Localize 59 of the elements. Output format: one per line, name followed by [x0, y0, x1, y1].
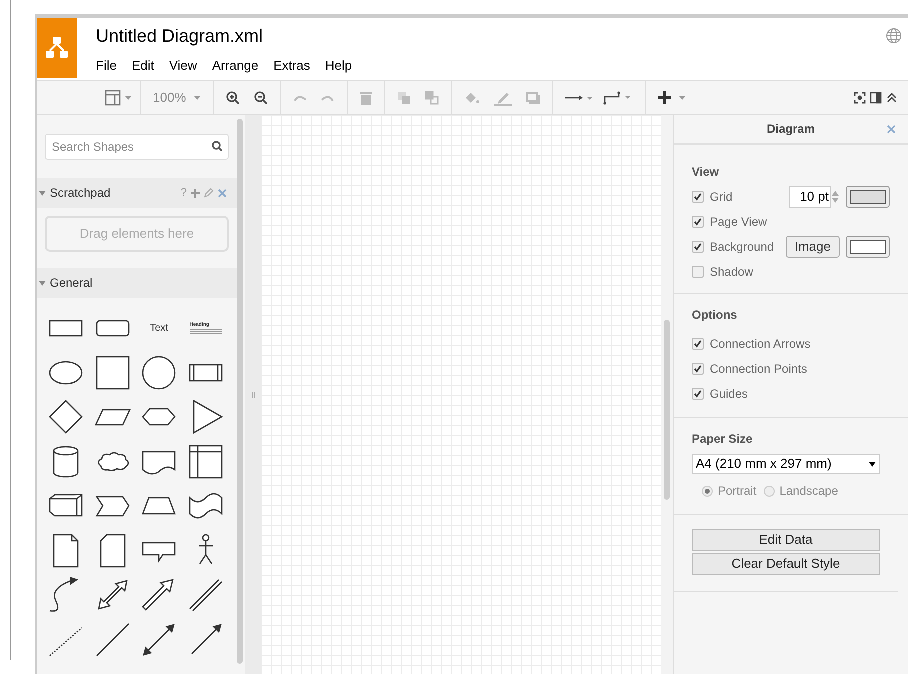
menu-item[interactable]: Edit — [132, 56, 154, 76]
expand-caret-icon[interactable] — [39, 280, 46, 286]
checkbox[interactable] — [692, 216, 704, 228]
scrollbar[interactable] — [664, 320, 670, 500]
panel-title[interactable]: Diagram — [674, 120, 908, 138]
radio-button[interactable] — [702, 486, 713, 496]
drag-handle-icon[interactable] — [252, 392, 254, 398]
section-title[interactable]: General — [50, 274, 93, 292]
checkbox[interactable] — [692, 362, 704, 374]
expand-caret-icon[interactable] — [39, 190, 46, 196]
checkbox[interactable] — [692, 240, 704, 252]
layout-icon[interactable] — [105, 90, 121, 106]
text-shape[interactable]: Text — [139, 320, 180, 336]
option-label[interactable]: Grid — [710, 188, 783, 206]
action-button[interactable]: Edit Data — [692, 529, 880, 551]
checkbox[interactable] — [692, 190, 704, 202]
caret-icon — [125, 96, 132, 100]
caret-icon — [194, 96, 202, 100]
option-label[interactable]: Connection Points — [710, 360, 808, 378]
scrollbar[interactable] — [237, 119, 243, 664]
grid-size-field[interactable]: 10 pt — [789, 186, 831, 208]
dropdown-arrow-icon — [869, 462, 876, 466]
menu-item[interactable]: Arrange — [212, 56, 259, 76]
search-icon[interactable] — [212, 140, 223, 152]
image-button[interactable]: Image — [786, 236, 840, 258]
option-label[interactable]: Connection Arrows — [710, 334, 811, 352]
section-title: Paper Size — [692, 431, 754, 448]
fit-icon[interactable] — [854, 92, 866, 104]
color-swatch[interactable] — [846, 186, 890, 208]
option-label[interactable]: Background — [710, 238, 780, 256]
panel-icon[interactable] — [870, 92, 882, 104]
option-label[interactable]: Page View — [710, 212, 890, 230]
search-field[interactable]: Search Shapes — [45, 134, 229, 160]
menu-item[interactable]: View — [169, 56, 198, 76]
caret-icon — [679, 96, 686, 100]
option-label[interactable]: Shadow — [710, 262, 890, 280]
collapse-icon[interactable] — [886, 92, 898, 104]
zoom-out-icon[interactable] — [254, 90, 268, 104]
menu-item[interactable]: File — [96, 56, 117, 76]
plus-icon[interactable] — [658, 91, 672, 104]
section-title[interactable]: Scratchpad — [50, 184, 111, 202]
checkbox[interactable] — [692, 388, 704, 400]
app-logo — [37, 18, 77, 78]
window-title[interactable]: Untitled Diagram.xml — [96, 23, 352, 50]
zoom-in-icon[interactable] — [226, 90, 240, 104]
checkbox[interactable] — [692, 338, 704, 350]
paper-size-select[interactable]: A4 (210 mm x 297 mm) — [692, 454, 880, 474]
section-title: View — [692, 164, 720, 181]
waypoint-icon[interactable] — [603, 90, 634, 104]
section-title: Options — [692, 307, 738, 324]
globe-icon[interactable] — [886, 28, 902, 44]
color-swatch[interactable] — [846, 236, 890, 258]
action-button[interactable]: Clear Default Style — [692, 553, 880, 575]
radio-button[interactable] — [764, 486, 775, 496]
option-label[interactable]: Guides — [710, 384, 748, 402]
checkbox[interactable] — [692, 266, 704, 278]
menu-item[interactable]: Help — [325, 56, 352, 76]
menu-item[interactable]: Extras — [274, 56, 310, 76]
connection-arrow-icon[interactable] — [565, 94, 594, 102]
